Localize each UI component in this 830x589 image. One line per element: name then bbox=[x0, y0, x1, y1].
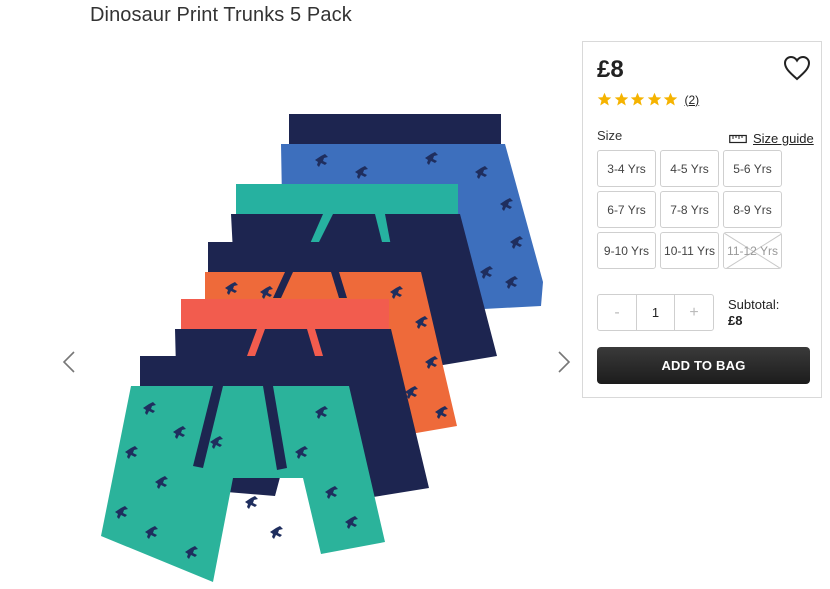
quantity-decrease-button[interactable]: - bbox=[598, 295, 636, 330]
heart-icon bbox=[783, 55, 811, 81]
size-guide-link[interactable]: Size guide bbox=[729, 131, 814, 146]
size-option-8-9[interactable]: 8-9 Yrs bbox=[723, 191, 782, 228]
purchase-panel: £8 (2) Size Size guide 3-4 Yrs 4-5 Yrs 5… bbox=[582, 41, 822, 398]
add-to-bag-button[interactable]: ADD TO BAG bbox=[597, 347, 810, 384]
rating: (2) bbox=[597, 92, 699, 107]
size-label: Size bbox=[597, 128, 623, 143]
product-image bbox=[101, 114, 543, 582]
size-option-7-8[interactable]: 7-8 Yrs bbox=[660, 191, 719, 228]
size-option-label: 11-12 Yrs bbox=[727, 243, 778, 258]
size-option-9-10[interactable]: 9-10 Yrs bbox=[597, 232, 656, 269]
next-image-button[interactable] bbox=[551, 347, 577, 377]
size-option-6-7[interactable]: 6-7 Yrs bbox=[597, 191, 656, 228]
size-guide-label: Size guide bbox=[753, 131, 814, 146]
star-icon bbox=[663, 92, 678, 106]
price: £8 bbox=[597, 56, 624, 83]
subtotal-amount: £8 bbox=[728, 313, 743, 328]
ruler-icon bbox=[729, 134, 747, 143]
subtotal-label: Subtotal: bbox=[728, 297, 780, 312]
review-count-link[interactable]: (2) bbox=[685, 93, 700, 107]
size-option-4-5[interactable]: 4-5 Yrs bbox=[660, 150, 719, 187]
star-icon bbox=[614, 92, 628, 106]
size-option-11-12-unavailable: 11-12 Yrs bbox=[723, 232, 782, 269]
star-icon bbox=[630, 92, 645, 106]
size-option-10-11[interactable]: 10-11 Yrs bbox=[660, 232, 719, 269]
quantity-stepper: - 1 + bbox=[597, 294, 714, 331]
product-gallery bbox=[55, 40, 580, 589]
chevron-left-icon bbox=[62, 351, 75, 373]
subtotal: Subtotal: £8 bbox=[728, 297, 779, 329]
quantity-input[interactable]: 1 bbox=[636, 295, 675, 330]
product-title: Dinosaur Print Trunks 5 Pack bbox=[90, 4, 352, 26]
wishlist-button[interactable] bbox=[783, 55, 811, 81]
size-option-3-4[interactable]: 3-4 Yrs bbox=[597, 150, 656, 187]
previous-image-button[interactable] bbox=[56, 347, 82, 377]
star-icon bbox=[647, 92, 661, 106]
star-icon bbox=[597, 92, 612, 106]
quantity-increase-button[interactable]: + bbox=[675, 295, 713, 330]
size-option-5-6[interactable]: 5-6 Yrs bbox=[723, 150, 782, 187]
chevron-right-icon bbox=[558, 351, 571, 373]
